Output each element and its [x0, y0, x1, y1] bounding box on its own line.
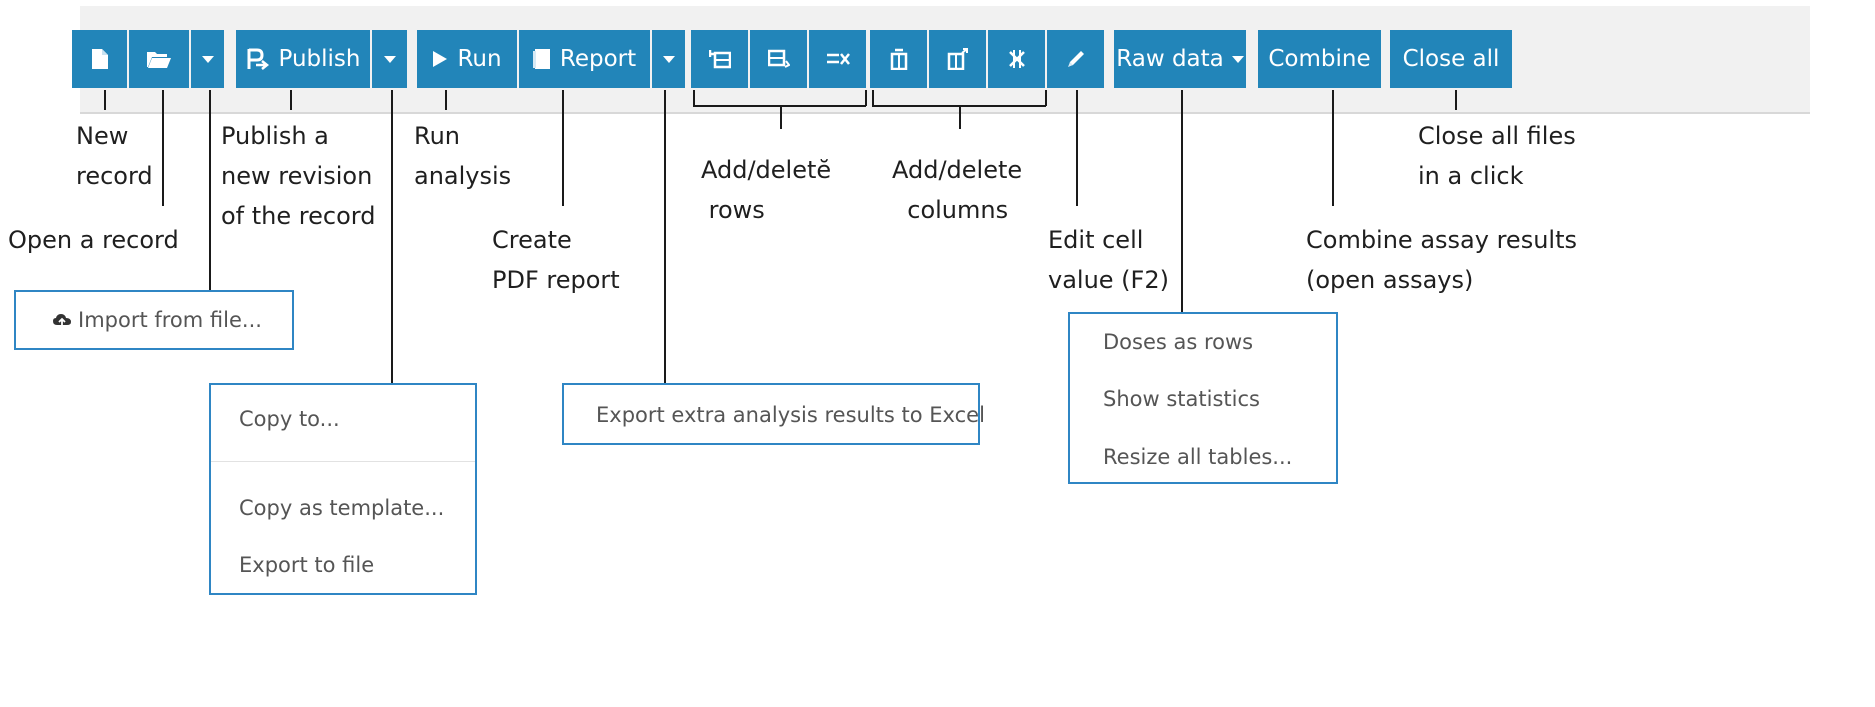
delete-row-icon	[826, 50, 850, 68]
combine-button[interactable]: Combine	[1258, 30, 1381, 88]
caret-down-icon	[662, 55, 675, 63]
label-add-delete-rows: Add/deletĕ rows	[701, 156, 832, 224]
bracket-rows-left	[693, 90, 695, 106]
bracket-rows-stem	[780, 105, 782, 129]
report-dropdown-menu: Export extra analysis results to Excel	[562, 383, 985, 445]
publish-button[interactable]: Publish	[236, 30, 370, 88]
callout-line-raw-data	[1181, 90, 1183, 312]
label-combine-results: Combine assay results (open assays)	[1306, 226, 1577, 294]
menu-separator	[211, 461, 475, 462]
callout-line-import	[209, 90, 211, 290]
menu-item-import-from-file[interactable]: Import from file...	[52, 308, 262, 332]
callout-line-report-menu	[664, 90, 666, 383]
label-run-analysis: Run analysis	[414, 122, 512, 190]
combine-label: Combine	[1268, 46, 1371, 72]
publish-label: Publish	[278, 46, 361, 72]
menu-item-doses-as-rows[interactable]: Doses as rows	[1103, 330, 1253, 354]
add-column-button[interactable]	[870, 30, 927, 88]
run-label: Run	[457, 46, 502, 72]
insert-column-icon	[947, 48, 969, 70]
callout-line-new	[104, 90, 106, 110]
callout-line-edit	[1076, 90, 1078, 206]
callout-line-open	[162, 90, 164, 206]
new-record-button[interactable]	[72, 30, 127, 88]
bracket-rows-right	[865, 90, 867, 106]
add-row-icon	[708, 49, 731, 69]
publish-dropdown-menu: Copy to... Copy as template... Export to…	[209, 383, 477, 595]
label-open-record: Open a record	[8, 226, 179, 254]
report-dropdown-button[interactable]	[652, 30, 685, 88]
delete-column-button[interactable]	[988, 30, 1045, 88]
label-new-record: New record	[76, 122, 153, 190]
close-all-button[interactable]: Close all	[1390, 30, 1512, 88]
label-create-pdf: Create PDF report	[492, 226, 620, 294]
edit-cell-button[interactable]	[1047, 30, 1104, 88]
label-publish-revision: Publish a new revision of the record	[221, 122, 376, 230]
new-file-icon	[91, 48, 109, 70]
cloud-upload-icon	[52, 312, 72, 328]
caret-down-icon	[1231, 55, 1244, 63]
label-add-delete-columns: Add/delete columns	[892, 156, 1023, 224]
folder-open-icon	[146, 49, 172, 69]
bracket-columns-stem	[959, 105, 961, 129]
delete-column-icon	[1008, 48, 1026, 70]
label-close-all-files: Close all files in a click	[1418, 122, 1576, 190]
insert-column-button[interactable]	[929, 30, 986, 88]
menu-item-export-to-file[interactable]: Export to file	[239, 553, 374, 577]
bracket-columns-right	[1045, 90, 1047, 106]
label-edit-cell: Edit cell value (F2)	[1048, 226, 1169, 294]
play-icon	[432, 50, 448, 68]
raw-data-dropdown-menu: Doses as rows Show statistics Resize all…	[1068, 312, 1338, 484]
close-all-label: Close all	[1402, 46, 1500, 72]
report-label: Report	[559, 46, 637, 72]
open-record-button[interactable]	[129, 30, 189, 88]
add-column-icon	[889, 48, 909, 70]
open-dropdown-menu: Import from file...	[14, 290, 294, 350]
menu-item-show-statistics[interactable]: Show statistics	[1103, 387, 1260, 411]
menu-item-copy-as-template[interactable]: Copy as template...	[239, 496, 444, 520]
add-row-button[interactable]	[691, 30, 748, 88]
callout-line-publish	[290, 90, 292, 110]
publish-icon	[246, 48, 270, 70]
toolbar: Publish Run Report Raw data Combine Clos…	[72, 6, 1810, 114]
callout-line-close-all	[1455, 90, 1457, 110]
caret-down-icon	[383, 55, 396, 63]
open-dropdown-button[interactable]	[191, 30, 224, 88]
insert-row-button[interactable]	[750, 30, 807, 88]
raw-data-button[interactable]: Raw data	[1114, 30, 1246, 88]
caret-down-icon	[201, 55, 214, 63]
report-button[interactable]: Report	[519, 30, 650, 88]
raw-data-label: Raw data	[1116, 46, 1224, 72]
callout-line-report	[562, 90, 564, 206]
menu-item-copy-to[interactable]: Copy to...	[239, 407, 340, 431]
bracket-columns-left	[872, 90, 874, 106]
run-button[interactable]: Run	[417, 30, 517, 88]
publish-dropdown-button[interactable]	[372, 30, 407, 88]
report-icon	[532, 48, 551, 70]
pencil-icon	[1066, 49, 1086, 69]
callout-line-publish-menu	[391, 90, 393, 383]
insert-row-icon	[767, 49, 790, 69]
callout-line-run	[445, 90, 447, 110]
import-from-file-label: Import from file...	[78, 308, 262, 332]
delete-row-button[interactable]	[809, 30, 866, 88]
menu-item-resize-all-tables[interactable]: Resize all tables...	[1103, 445, 1292, 469]
callout-line-combine	[1332, 90, 1334, 206]
menu-item-export-excel[interactable]: Export extra analysis results to Excel	[596, 403, 985, 427]
